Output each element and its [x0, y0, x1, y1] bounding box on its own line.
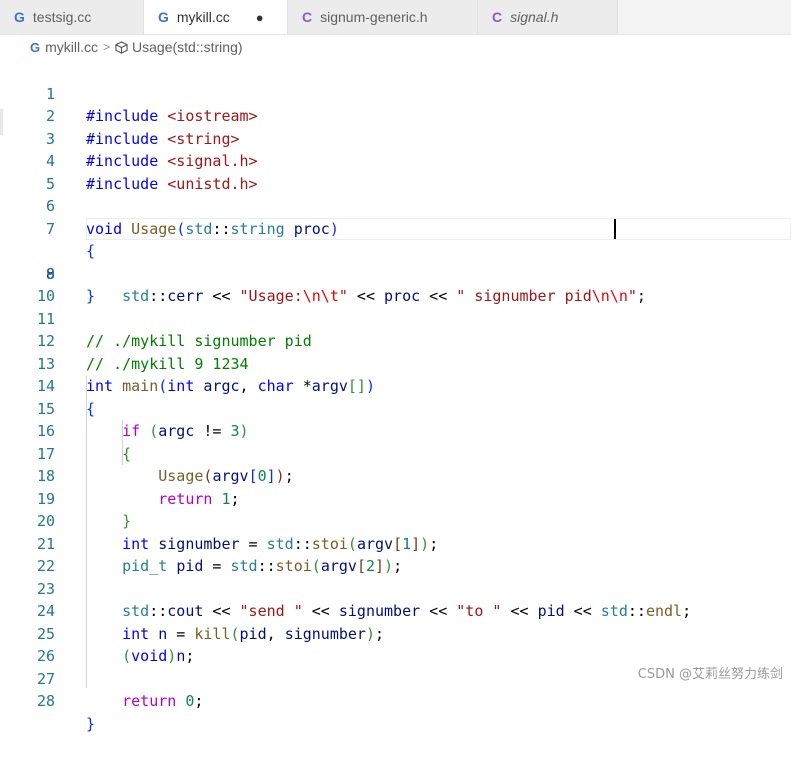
code-line: 7 { [0, 195, 791, 261]
cpp-file-icon: G [30, 39, 41, 55]
code-line: 12 // ./mykill 9 1234 [0, 308, 791, 373]
breadcrumb-file[interactable]: mykill.cc [45, 39, 98, 55]
method-cube-icon [115, 40, 128, 54]
editor-tab-bar: G testsig.cc G mykill.cc ● C signum-gene… [0, 0, 791, 35]
code-line: 5 [0, 150, 791, 193]
tab-signal-h[interactable]: C signal.h [478, 0, 618, 34]
breadcrumb: G mykill.cc > Usage(std::string) [0, 35, 791, 59]
code-line: 19 } [0, 465, 791, 531]
code-line: 4 #include <unistd.h> [0, 128, 791, 193]
tab-testsig-cc[interactable]: G testsig.cc [0, 0, 144, 34]
code-line: 22 [0, 533, 791, 575]
tab-label: testsig.cc [32, 9, 92, 25]
code-editor[interactable]: 1 #include <iostream> 2 #include <string… [0, 60, 791, 733]
code-line: 23 std::cout << "send " << signumber << … [0, 555, 791, 621]
code-line: 25 (void)n; [0, 600, 791, 666]
code-line: 26 [0, 623, 791, 665]
code-line: 11 // ./mykill signumber pid [0, 285, 791, 351]
line-number: 28 [36, 692, 55, 710]
text-cursor [614, 218, 616, 239]
code-line: 20 int signumber = std::stoi(argv[1]); [0, 488, 791, 553]
code-line: 14 { [0, 353, 791, 418]
c-header-file-icon: C [492, 9, 503, 25]
tab-mykill-cc[interactable]: G mykill.cc ● [144, 0, 288, 34]
chevron-right-icon: > [103, 40, 111, 54]
code-line: 3 #include <signal.h> [0, 105, 791, 171]
code-line: 16 { [0, 398, 791, 463]
code-line: 1 #include <iostream> [0, 60, 791, 126]
code-line: 8 std::cerr << "Usage:\n\t" << proc << "… [0, 217, 791, 305]
code-line: 15 if (argc != 3) [0, 375, 791, 441]
current-line-highlight [86, 217, 791, 240]
code-line: 2 #include <string> [0, 83, 791, 148]
code-line: 18 return 1; [0, 443, 791, 508]
breadcrumb-symbol[interactable]: Usage(std::string) [132, 39, 242, 55]
tab-label: signum-generic.h [320, 9, 428, 25]
code-line: 9 } [0, 240, 791, 306]
cpp-file-icon: G [158, 9, 169, 25]
unsaved-dot-icon[interactable]: ● [256, 10, 264, 25]
code-line: 6 void Usage(std::string proc) [0, 173, 791, 238]
code-text: } [86, 714, 96, 733]
cpp-file-icon: G [14, 9, 25, 25]
tab-label: signal.h [510, 9, 559, 25]
code-line: 24 int n = kill(pid, signumber); [0, 578, 791, 643]
code-line: 21 pid_t pid = std::stoi(argv[2]); [0, 510, 791, 576]
tab-label: mykill.cc [176, 9, 230, 25]
watermark: CSDN @艾莉丝努力练剑 [637, 667, 783, 682]
code-line: 10 [0, 263, 791, 305]
code-line: 17 Usage(argv[0]); [0, 420, 791, 486]
tab-signum-generic-h[interactable]: C signum-generic.h [288, 0, 478, 34]
code-line: 13 int main(int argc, char *argv[]) [0, 330, 791, 396]
code-text: return 0; [122, 692, 204, 710]
c-header-file-icon: C [302, 9, 313, 25]
